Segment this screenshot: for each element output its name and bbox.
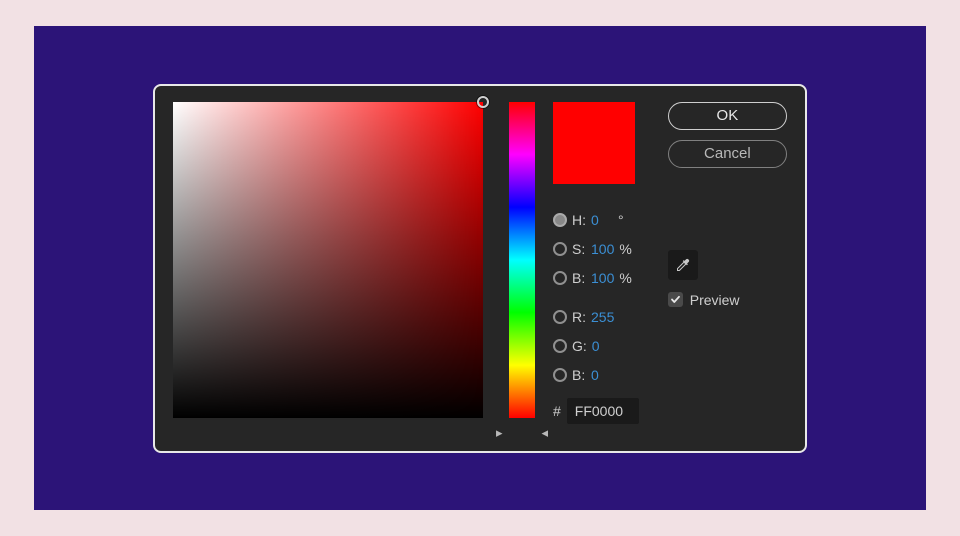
hex-input[interactable] [567, 398, 639, 424]
color-values-column: H: 0 ° S: 100 % B: 100 % R: 255 [553, 102, 646, 437]
app-background: ▸ ◂ H: 0 ° S: 100 % B: 100 % [34, 26, 926, 510]
eyedropper-button[interactable] [668, 250, 698, 280]
check-icon [670, 294, 681, 305]
hue-strip[interactable] [509, 102, 535, 418]
color-picker-dialog: ▸ ◂ H: 0 ° S: 100 % B: 100 % [153, 84, 807, 453]
hue-radio[interactable] [553, 213, 567, 227]
blue-row: B: 0 [553, 361, 646, 389]
hex-row: # [553, 398, 646, 424]
preview-checkbox[interactable] [668, 292, 683, 307]
hue-arrow-left-icon: ▸ [496, 425, 503, 441]
hue-row: H: 0 ° [553, 206, 646, 234]
hue-strip-wrap: ▸ ◂ [509, 102, 535, 437]
ok-button[interactable]: OK [668, 102, 787, 130]
saturation-radio[interactable] [553, 242, 567, 256]
preview-row: Preview [668, 292, 787, 308]
green-label: G: [572, 338, 587, 354]
hue-value[interactable]: 0 [591, 212, 613, 228]
preview-label: Preview [690, 292, 740, 308]
red-radio[interactable] [553, 310, 567, 324]
brightness-row: B: 100 % [553, 264, 646, 292]
green-row: G: 0 [553, 332, 646, 360]
hue-unit: ° [618, 212, 624, 228]
sb-black-gradient [173, 102, 483, 418]
red-row: R: 255 [553, 303, 646, 331]
sb-cursor-icon[interactable] [477, 96, 489, 108]
red-label: R: [572, 309, 586, 325]
right-actions-column: OK Cancel Preview [668, 102, 787, 437]
current-color-swatch [553, 102, 635, 184]
blue-value[interactable]: 0 [591, 367, 613, 383]
color-picker-left: ▸ ◂ [173, 102, 535, 437]
brightness-radio[interactable] [553, 271, 567, 285]
blue-radio[interactable] [553, 368, 567, 382]
saturation-unit: % [619, 241, 631, 257]
green-radio[interactable] [553, 339, 567, 353]
blue-label: B: [572, 367, 586, 383]
red-value[interactable]: 255 [591, 309, 614, 325]
saturation-brightness-field[interactable] [173, 102, 483, 418]
hue-label: H: [572, 212, 586, 228]
green-value[interactable]: 0 [592, 338, 614, 354]
eyedropper-icon [675, 257, 691, 273]
saturation-row: S: 100 % [553, 235, 646, 263]
hue-arrow-right-icon: ◂ [541, 425, 548, 441]
brightness-label: B: [572, 270, 586, 286]
brightness-unit: % [619, 270, 631, 286]
saturation-label: S: [572, 241, 586, 257]
saturation-value[interactable]: 100 [591, 241, 614, 257]
hex-label: # [553, 403, 561, 419]
brightness-value[interactable]: 100 [591, 270, 614, 286]
cancel-button[interactable]: Cancel [668, 140, 787, 168]
